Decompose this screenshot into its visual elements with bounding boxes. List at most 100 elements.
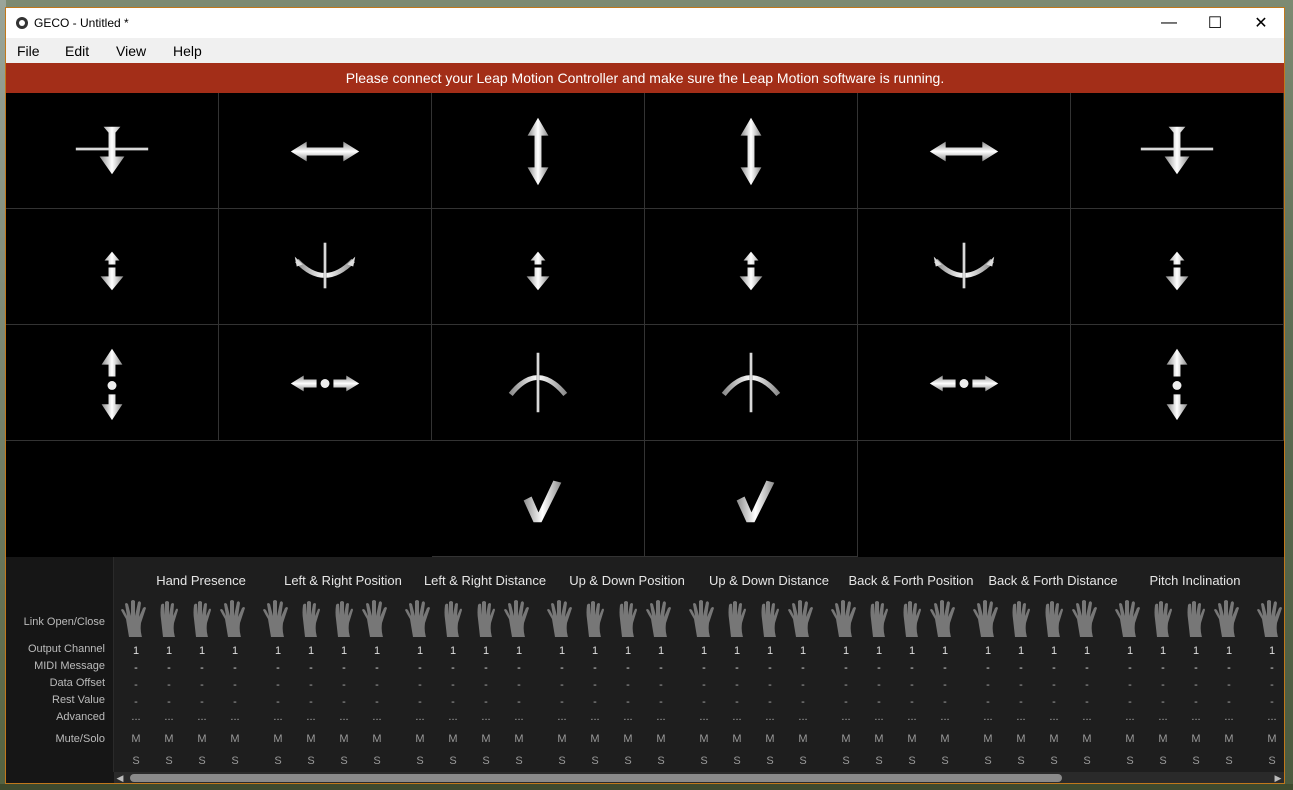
hand-icon[interactable] xyxy=(503,599,535,639)
advanced-button[interactable]: ... xyxy=(765,711,774,723)
scroll-thumb[interactable] xyxy=(130,774,1062,782)
midi-message-value[interactable]: - xyxy=(910,662,914,674)
rest-value-value[interactable]: - xyxy=(200,696,204,708)
hand-icon[interactable] xyxy=(437,599,469,639)
output-channel-value[interactable]: 1 xyxy=(985,645,991,657)
midi-message-value[interactable]: - xyxy=(877,662,881,674)
rest-value-value[interactable]: - xyxy=(1161,696,1165,708)
solo-toggle[interactable]: S xyxy=(515,755,522,767)
hand-icon[interactable] xyxy=(1114,599,1146,639)
advanced-button[interactable]: ... xyxy=(656,711,665,723)
output-channel-value[interactable]: 1 xyxy=(341,645,347,657)
gesture-cell[interactable] xyxy=(219,93,432,209)
output-channel-value[interactable]: 1 xyxy=(1127,645,1133,657)
gesture-cell[interactable] xyxy=(6,93,219,209)
output-channel-value[interactable]: 1 xyxy=(559,645,565,657)
data-offset-value[interactable]: - xyxy=(167,679,171,691)
mute-toggle[interactable]: M xyxy=(415,733,424,745)
rest-value-value[interactable]: - xyxy=(484,696,488,708)
midi-message-value[interactable]: - xyxy=(517,662,521,674)
mute-toggle[interactable]: M xyxy=(874,733,883,745)
rest-value-value[interactable]: - xyxy=(943,696,947,708)
mute-toggle[interactable]: M xyxy=(1158,733,1167,745)
mute-toggle[interactable]: M xyxy=(590,733,599,745)
midi-message-value[interactable]: - xyxy=(342,662,346,674)
hand-icon[interactable] xyxy=(295,599,327,639)
midi-message-value[interactable]: - xyxy=(801,662,805,674)
gesture-cell[interactable] xyxy=(432,93,645,209)
scroll-left-icon[interactable]: ◀ xyxy=(114,772,126,783)
hand-icon[interactable] xyxy=(787,599,819,639)
solo-toggle[interactable]: S xyxy=(1225,755,1232,767)
hand-icon[interactable] xyxy=(328,599,360,639)
advanced-button[interactable]: ... xyxy=(230,711,239,723)
advanced-button[interactable]: ... xyxy=(983,711,992,723)
solo-toggle[interactable]: S xyxy=(1050,755,1057,767)
hand-icon[interactable] xyxy=(1213,599,1245,639)
hand-icon[interactable] xyxy=(612,599,644,639)
solo-toggle[interactable]: S xyxy=(1083,755,1090,767)
gesture-cell[interactable] xyxy=(858,209,1071,325)
midi-message-value[interactable]: - xyxy=(1227,662,1231,674)
menu-view[interactable]: View xyxy=(116,43,146,59)
rest-value-value[interactable]: - xyxy=(768,696,772,708)
midi-message-value[interactable]: - xyxy=(943,662,947,674)
advanced-button[interactable]: ... xyxy=(1158,711,1167,723)
rest-value-value[interactable]: - xyxy=(593,696,597,708)
gesture-cell[interactable] xyxy=(1071,325,1284,441)
rest-value-value[interactable]: - xyxy=(844,696,848,708)
solo-toggle[interactable]: S xyxy=(799,755,806,767)
advanced-button[interactable]: ... xyxy=(841,711,850,723)
rest-value-value[interactable]: - xyxy=(309,696,313,708)
output-channel-value[interactable]: 1 xyxy=(232,645,238,657)
midi-message-value[interactable]: - xyxy=(735,662,739,674)
mute-toggle[interactable]: M xyxy=(306,733,315,745)
data-offset-value[interactable]: - xyxy=(200,679,204,691)
rest-value-value[interactable]: - xyxy=(233,696,237,708)
midi-message-value[interactable]: - xyxy=(659,662,663,674)
midi-message-value[interactable]: - xyxy=(484,662,488,674)
output-channel-value[interactable]: 1 xyxy=(800,645,806,657)
data-offset-value[interactable]: - xyxy=(943,679,947,691)
output-channel-value[interactable]: 1 xyxy=(592,645,598,657)
advanced-button[interactable]: ... xyxy=(197,711,206,723)
data-offset-value[interactable]: - xyxy=(560,679,564,691)
output-channel-value[interactable]: 1 xyxy=(625,645,631,657)
solo-toggle[interactable]: S xyxy=(984,755,991,767)
output-channel-value[interactable]: 1 xyxy=(166,645,172,657)
gesture-cell[interactable] xyxy=(6,209,219,325)
hand-icon[interactable] xyxy=(972,599,1004,639)
midi-message-value[interactable]: - xyxy=(134,662,138,674)
advanced-button[interactable]: ... xyxy=(623,711,632,723)
solo-toggle[interactable]: S xyxy=(657,755,664,767)
data-offset-value[interactable]: - xyxy=(1019,679,1023,691)
rest-value-value[interactable]: - xyxy=(801,696,805,708)
data-offset-value[interactable]: - xyxy=(626,679,630,691)
mute-toggle[interactable]: M xyxy=(656,733,665,745)
midi-message-value[interactable]: - xyxy=(626,662,630,674)
advanced-button[interactable]: ... xyxy=(798,711,807,723)
data-offset-value[interactable]: - xyxy=(844,679,848,691)
rest-value-value[interactable]: - xyxy=(877,696,881,708)
rest-value-value[interactable]: - xyxy=(517,696,521,708)
mute-toggle[interactable]: M xyxy=(699,733,708,745)
advanced-button[interactable]: ... xyxy=(590,711,599,723)
solo-toggle[interactable]: S xyxy=(558,755,565,767)
data-offset-value[interactable]: - xyxy=(986,679,990,691)
rest-value-value[interactable]: - xyxy=(1227,696,1231,708)
midi-message-value[interactable]: - xyxy=(167,662,171,674)
mute-toggle[interactable]: M xyxy=(448,733,457,745)
solo-toggle[interactable]: S xyxy=(449,755,456,767)
data-offset-value[interactable]: - xyxy=(233,679,237,691)
advanced-button[interactable]: ... xyxy=(557,711,566,723)
mute-toggle[interactable]: M xyxy=(907,733,916,745)
mute-toggle[interactable]: M xyxy=(557,733,566,745)
advanced-button[interactable]: ... xyxy=(514,711,523,723)
hand-icon[interactable] xyxy=(120,599,152,639)
gesture-cell[interactable] xyxy=(1071,93,1284,209)
rest-value-value[interactable]: - xyxy=(910,696,914,708)
menu-help[interactable]: Help xyxy=(173,43,202,59)
output-channel-value[interactable]: 1 xyxy=(1018,645,1024,657)
midi-message-value[interactable]: - xyxy=(200,662,204,674)
output-channel-value[interactable]: 1 xyxy=(308,645,314,657)
